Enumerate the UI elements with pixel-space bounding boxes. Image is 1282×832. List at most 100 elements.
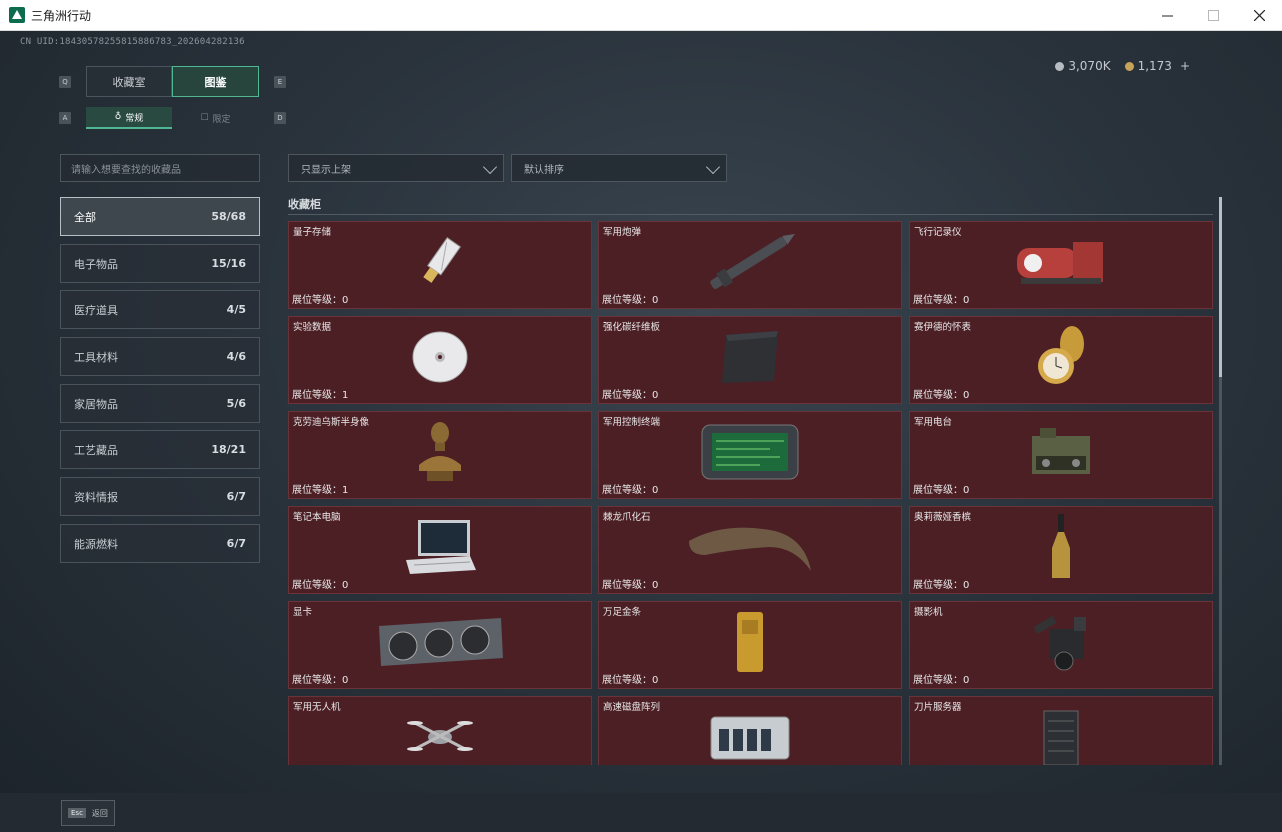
category-all[interactable]: 全部 58/68 bbox=[60, 197, 260, 236]
item-name: 飞行记录仪 bbox=[914, 227, 962, 238]
collection-card[interactable]: 军用电台 展位等级：0 bbox=[909, 411, 1213, 499]
item-level: 展位等级：0 bbox=[913, 390, 970, 401]
collection-card[interactable]: 量子存储 展位等级：0 bbox=[288, 221, 592, 309]
tab-catalog[interactable]: 图鉴 bbox=[172, 66, 259, 97]
window-title: 三角洲行动 bbox=[31, 8, 92, 23]
currency-bar: 3,070K 1,173 + bbox=[1055, 59, 1190, 73]
category-count: 5/6 bbox=[226, 397, 246, 410]
shelf-filter-dropdown[interactable]: 只显示上架 bbox=[288, 154, 504, 182]
back-button[interactable]: Esc 返回 bbox=[61, 800, 115, 826]
section-divider bbox=[288, 214, 1213, 215]
item-name: 笔记本电脑 bbox=[293, 512, 341, 523]
add-currency-button[interactable]: + bbox=[1180, 59, 1190, 73]
chevron-down-icon bbox=[705, 159, 721, 175]
collection-card[interactable]: 军用炮弹 展位等级：0 bbox=[598, 221, 902, 309]
military-radio-icon bbox=[1032, 427, 1090, 474]
collection-card[interactable]: 强化碳纤维板 展位等级：0 bbox=[598, 316, 902, 404]
subtab-limited-label: 限定 bbox=[212, 114, 231, 125]
category-count: 15/16 bbox=[211, 257, 246, 270]
category-tools[interactable]: 工具材料 4/6 bbox=[60, 337, 260, 376]
window-controls bbox=[1144, 0, 1282, 31]
category-count: 6/7 bbox=[226, 490, 246, 503]
item-name: 强化碳纤维板 bbox=[603, 322, 661, 333]
collection-card[interactable]: 奥莉薇娅香槟 展位等级：0 bbox=[909, 506, 1213, 594]
collection-card[interactable]: 万足金条 展位等级：0 bbox=[598, 601, 902, 689]
item-name: 克劳迪乌斯半身像 bbox=[293, 417, 370, 428]
collection-card[interactable]: 赛伊德的怀表 展位等级：0 bbox=[909, 316, 1213, 404]
subtab-limited[interactable]: ☐ 限定 bbox=[172, 107, 259, 129]
category-crafts[interactable]: 工艺藏品 18/21 bbox=[60, 430, 260, 469]
grid-scrollbar-thumb[interactable] bbox=[1219, 197, 1222, 377]
item-name: 军用无人机 bbox=[293, 702, 341, 713]
esc-key-hint: Esc bbox=[68, 808, 86, 818]
maximize-button[interactable] bbox=[1190, 0, 1236, 31]
category-label: 工艺藏品 bbox=[74, 443, 118, 457]
category-electronics[interactable]: 电子物品 15/16 bbox=[60, 244, 260, 283]
sort-dropdown[interactable]: 默认排序 bbox=[511, 154, 727, 182]
category-energy[interactable]: 能源燃料 6/7 bbox=[60, 524, 260, 563]
item-level: 展位等级：0 bbox=[913, 485, 970, 496]
tab-collection-room[interactable]: 收藏室 bbox=[86, 66, 172, 97]
collection-card[interactable]: 刀片服务器 bbox=[909, 696, 1213, 765]
search-input[interactable]: 请输入想要查找的收藏品 bbox=[60, 154, 260, 182]
item-level: 展位等级：0 bbox=[913, 580, 970, 591]
item-name: 万足金条 bbox=[603, 607, 642, 618]
collection-card[interactable]: 高速磁盘阵列 bbox=[598, 696, 902, 765]
close-button[interactable] bbox=[1236, 0, 1282, 31]
game-viewport: CN UID:18430578255815886783_202604282136… bbox=[0, 31, 1282, 832]
next-subtab-key-hint: D bbox=[274, 112, 286, 124]
category-intel[interactable]: 资料情报 6/7 bbox=[60, 477, 260, 516]
collection-card[interactable]: 飞行记录仪 展位等级：0 bbox=[909, 221, 1213, 309]
gold-bar-icon bbox=[737, 611, 763, 672]
minimize-button[interactable] bbox=[1144, 0, 1190, 31]
item-name: 军用炮弹 bbox=[603, 227, 642, 238]
back-label: 返回 bbox=[91, 808, 108, 818]
item-name: 量子存储 bbox=[293, 227, 332, 238]
close-icon bbox=[1253, 10, 1265, 21]
maximize-icon bbox=[1207, 10, 1219, 21]
window-titlebar: 三角洲行动 bbox=[0, 0, 1282, 31]
category-household[interactable]: 家居物品 5/6 bbox=[60, 384, 260, 423]
camera-icon bbox=[1033, 615, 1086, 671]
item-level: 展位等级：0 bbox=[913, 295, 970, 306]
subtab-regular[interactable]: ♁ 常规 bbox=[86, 107, 172, 129]
item-level: 展位等级：1 bbox=[292, 390, 349, 401]
item-level: 展位等级：0 bbox=[913, 675, 970, 686]
regular-icon: ♁ bbox=[114, 112, 122, 122]
category-label: 电子物品 bbox=[74, 257, 118, 271]
laptop-icon bbox=[406, 519, 476, 574]
collection-card[interactable]: 军用控制终端 展位等级：0 bbox=[598, 411, 902, 499]
drone-icon bbox=[407, 720, 473, 751]
item-level: 展位等级：0 bbox=[602, 295, 659, 306]
item-level: 展位等级：0 bbox=[602, 675, 659, 686]
collection-card[interactable]: 摄影机 展位等级：0 bbox=[909, 601, 1213, 689]
collection-card[interactable]: 军用无人机 bbox=[288, 696, 592, 765]
gold-currency: 1,173 + bbox=[1124, 59, 1190, 73]
category-label: 医疗道具 bbox=[74, 303, 118, 317]
blade-server-icon bbox=[1043, 710, 1079, 765]
collection-grid: 量子存储 展位等级：0 军用炮弹 展位等级：0 飞行记录仪 展位等级：0 实验数… bbox=[288, 221, 1213, 765]
item-name: 高速磁盘阵列 bbox=[603, 702, 661, 713]
collection-card[interactable]: 棘龙爪化石 展位等级：0 bbox=[598, 506, 902, 594]
collection-card[interactable]: 克劳迪乌斯半身像 展位等级：1 bbox=[288, 411, 592, 499]
item-name: 军用电台 bbox=[914, 417, 953, 428]
collection-card[interactable]: 显卡 展位等级：0 bbox=[288, 601, 592, 689]
app-logo-icon bbox=[9, 7, 25, 23]
category-label: 家居物品 bbox=[74, 397, 118, 411]
item-level: 展位等级：0 bbox=[602, 390, 659, 401]
section-title: 收藏柜 bbox=[288, 198, 321, 211]
champagne-bottle-icon bbox=[1052, 513, 1070, 578]
claw-fossil-icon bbox=[689, 527, 811, 571]
item-level: 展位等级：0 bbox=[292, 675, 349, 686]
graphics-card-icon bbox=[379, 617, 503, 666]
category-count: 18/21 bbox=[211, 443, 246, 456]
collection-card[interactable]: 实验数据 展位等级：1 bbox=[288, 316, 592, 404]
item-name: 刀片服务器 bbox=[914, 702, 962, 713]
silver-amount: 3,070K bbox=[1068, 59, 1111, 73]
collection-card[interactable]: 笔记本电脑 展位等级：0 bbox=[288, 506, 592, 594]
limited-icon: ☐ bbox=[200, 113, 209, 123]
item-name: 棘龙爪化石 bbox=[603, 512, 651, 523]
category-medical[interactable]: 医疗道具 4/5 bbox=[60, 290, 260, 329]
category-count: 6/7 bbox=[226, 537, 246, 550]
next-tab-key-hint: E bbox=[274, 76, 286, 88]
